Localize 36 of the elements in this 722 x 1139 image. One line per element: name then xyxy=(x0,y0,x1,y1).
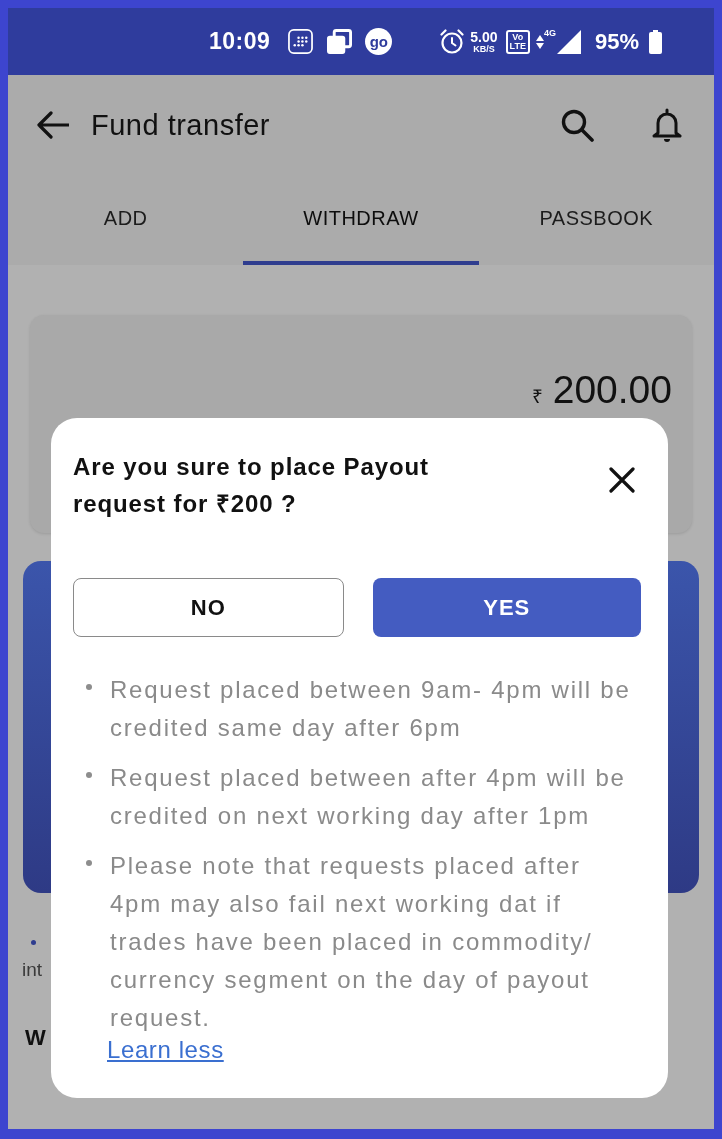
bullet-icon xyxy=(31,939,36,945)
battery-icon xyxy=(649,29,662,54)
bullet-icon xyxy=(86,684,92,690)
confirm-button[interactable]: YES xyxy=(372,578,641,637)
tab[interactable]: PASSBOOK xyxy=(478,175,714,265)
tab[interactable]: WITHDRAW xyxy=(243,175,479,265)
back-arrow-icon[interactable] xyxy=(37,111,69,139)
dialog-title: Are you sure to place Payout request for ₹200 ? xyxy=(73,452,430,519)
note-text: Request placed between 9am- 4pm will be credited same day after 6pm xyxy=(110,675,632,743)
bullet-icon xyxy=(86,772,92,778)
page-title: Fund transfer xyxy=(91,108,271,142)
signal-icon xyxy=(556,29,581,54)
close-icon[interactable] xyxy=(609,467,635,493)
amount-value: 200.00 xyxy=(552,367,672,413)
tab[interactable]: ADD xyxy=(8,175,244,265)
note-text: Request placed between after 4pm will be credited on next working day after 1pm xyxy=(110,763,627,831)
search-icon[interactable] xyxy=(561,108,594,142)
dotted-square-icon xyxy=(288,29,314,54)
currency-symbol: ₹ xyxy=(531,385,543,409)
network-speed: 5.00 xyxy=(470,29,498,44)
bullet-icon xyxy=(86,860,92,866)
stacked-squares-icon xyxy=(327,29,353,54)
updown-arrows-icon xyxy=(535,34,544,49)
cancel-button[interactable]: NO xyxy=(73,578,344,637)
section-heading: W xyxy=(25,1024,46,1052)
volte-indicator: Vo LTE xyxy=(505,29,530,54)
note-text: Please note that requests placed after 4pm may also fail next working dat if trades have been placed in commodity/ currency segment on the day of payout request. xyxy=(110,851,594,1033)
network-type: 4G xyxy=(543,28,556,38)
clock-time: 10:09 xyxy=(209,28,271,55)
bell-icon[interactable] xyxy=(652,108,682,142)
alarm-clock-icon xyxy=(440,29,465,54)
battery-percentage: 95% xyxy=(594,28,639,55)
app-badge: go xyxy=(365,28,393,55)
speed-unit: KB/S xyxy=(473,43,495,54)
note-text: int xyxy=(22,958,43,982)
learn-less-link[interactable]: Learn less xyxy=(107,1036,224,1064)
